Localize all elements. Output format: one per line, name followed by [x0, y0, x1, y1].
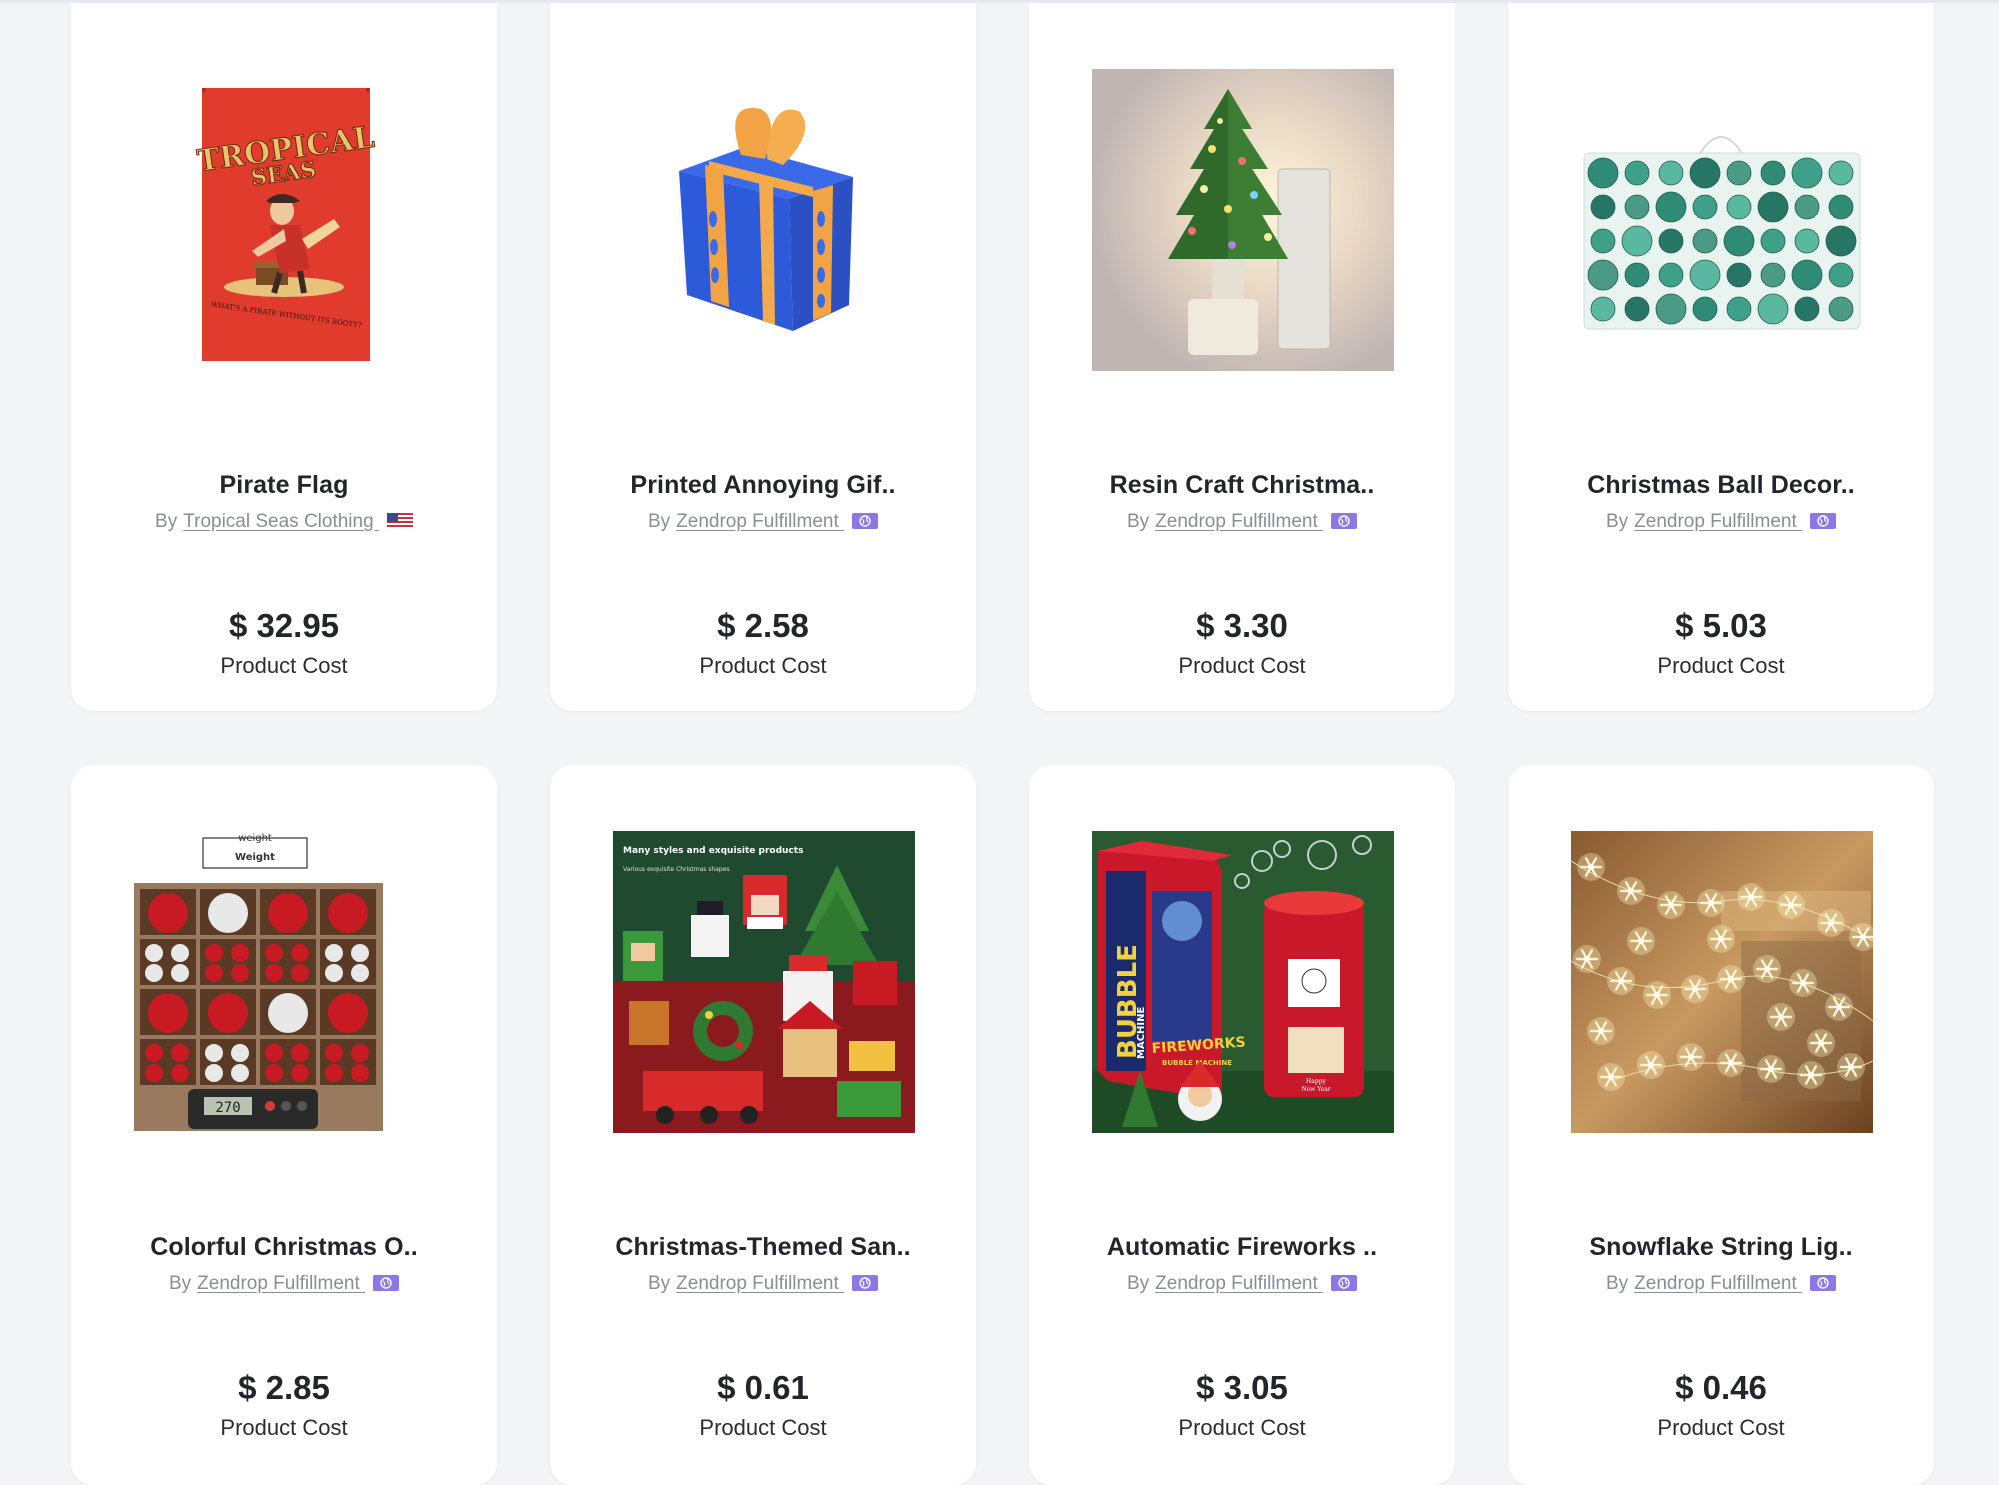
globe-icon: [1810, 513, 1837, 529]
product-title[interactable]: Resin Craft Christma..: [1029, 471, 1455, 500]
by-label: By: [168, 1273, 192, 1294]
product-image[interactable]: [1571, 69, 1873, 371]
globe-icon: [373, 1275, 400, 1291]
by-label: By: [647, 1273, 671, 1294]
product-title[interactable]: Snowflake String Lig..: [1508, 1233, 1934, 1262]
product-card[interactable]: TROPICAL SEAS WHAT'S A PIRATE WITHOUT IT…: [71, 3, 497, 711]
vendor-link[interactable]: Zendrop Fulfillment: [676, 511, 844, 532]
product-cost-label: Product Cost: [1178, 1415, 1306, 1440]
vendor-byline: By Zendrop Fulfillment: [550, 511, 976, 533]
product-title[interactable]: Christmas-Themed San..: [550, 1233, 976, 1262]
product-card[interactable]: Snowflake String Lig.. By Zendrop Fulfill…: [1508, 765, 1934, 1485]
product-card[interactable]: weight Weight 270 Colorful Christmas O..…: [71, 765, 497, 1485]
by-label: By: [1605, 1273, 1629, 1294]
product-price: $ 32.95: [228, 607, 340, 644]
product-price: $ 3.30: [1196, 607, 1288, 644]
svg-text:Weight: Weight: [235, 852, 275, 863]
svg-text:Happy: Happy: [1306, 1078, 1326, 1085]
product-card[interactable]: Many styles and exquisite products Vario…: [550, 765, 976, 1485]
vendor-link[interactable]: Zendrop Fulfillment: [1155, 511, 1323, 532]
product-cost-label: Product Cost: [220, 1415, 348, 1440]
product-card[interactable]: Printed Annoying Gif.. By Zendrop Fulfill…: [550, 3, 976, 711]
product-image[interactable]: [613, 69, 915, 371]
product-image[interactable]: weight Weight 270: [134, 831, 436, 1133]
vendor-byline: By Zendrop Fulfillment: [1029, 1273, 1455, 1295]
product-cost-label: Product Cost: [699, 653, 827, 678]
product-title[interactable]: Pirate Flag: [71, 471, 497, 500]
by-label: By: [647, 511, 671, 532]
product-title[interactable]: Printed Annoying Gif..: [550, 471, 976, 500]
globe-icon: [852, 513, 879, 529]
product-cost-label: Product Cost: [1657, 653, 1785, 678]
globe-icon: [1331, 1275, 1358, 1291]
product-price: $ 5.03: [1675, 607, 1767, 644]
product-image[interactable]: [1092, 69, 1394, 371]
product-image[interactable]: BUBBLE MACHINE FIREWORKS BUBBLE MACHINE …: [1092, 831, 1394, 1133]
product-price: $ 2.58: [717, 607, 809, 644]
by-label: By: [1605, 511, 1629, 532]
us-flag-icon: [386, 513, 413, 529]
vendor-byline: By Tropical Seas Clothing: [71, 511, 497, 533]
vendor-link[interactable]: Zendrop Fulfillment: [676, 1273, 844, 1294]
by-label: By: [1126, 1273, 1150, 1294]
svg-text:MACHINE: MACHINE: [1136, 1007, 1147, 1059]
vendor-link[interactable]: Zendrop Fulfillment: [1634, 511, 1802, 532]
vendor-link[interactable]: Zendrop Fulfillment: [1155, 1273, 1323, 1294]
vendor-link[interactable]: Zendrop Fulfillment: [1634, 1273, 1802, 1294]
product-price: $ 3.05: [1196, 1369, 1288, 1406]
svg-text:Various exquisite Christmas sh: Various exquisite Christmas shapes: [623, 866, 730, 873]
product-cost-label: Product Cost: [699, 1415, 827, 1440]
product-cost-label: Product Cost: [1657, 1415, 1785, 1440]
globe-icon: [1810, 1275, 1837, 1291]
product-image[interactable]: TROPICAL SEAS WHAT'S A PIRATE WITHOUT IT…: [134, 69, 436, 371]
product-price: $ 0.61: [717, 1369, 809, 1406]
product-image[interactable]: Many styles and exquisite products Vario…: [613, 831, 915, 1133]
vendor-link[interactable]: Zendrop Fulfillment: [197, 1273, 365, 1294]
product-image[interactable]: [1571, 831, 1873, 1133]
svg-text:New Year: New Year: [1301, 1086, 1330, 1093]
globe-icon: [852, 1275, 879, 1291]
product-card[interactable]: Resin Craft Christma.. By Zendrop Fulfill…: [1029, 3, 1455, 711]
svg-text:weight: weight: [238, 833, 272, 844]
by-label: By: [1126, 511, 1150, 532]
vendor-byline: By Zendrop Fulfillment: [1029, 511, 1455, 533]
globe-icon: [1331, 513, 1358, 529]
product-card[interactable]: Christmas Ball Decor.. By Zendrop Fulfill…: [1508, 3, 1934, 711]
vendor-byline: By Zendrop Fulfillment: [1508, 511, 1934, 533]
product-price: $ 2.85: [238, 1369, 330, 1406]
product-card[interactable]: BUBBLE MACHINE FIREWORKS BUBBLE MACHINE …: [1029, 765, 1455, 1485]
product-grid: TROPICAL SEAS WHAT'S A PIRATE WITHOUT IT…: [71, 0, 1934, 1485]
product-price: $ 0.46: [1675, 1369, 1767, 1406]
svg-text:270: 270: [215, 1100, 240, 1116]
vendor-byline: By Zendrop Fulfillment: [550, 1273, 976, 1295]
product-cost-label: Product Cost: [1178, 653, 1306, 678]
product-title[interactable]: Automatic Fireworks ..: [1029, 1233, 1455, 1262]
product-cost-label: Product Cost: [220, 653, 348, 678]
vendor-byline: By Zendrop Fulfillment: [1508, 1273, 1934, 1295]
vendor-link[interactable]: Tropical Seas Clothing: [183, 511, 379, 532]
svg-text:Many styles and exquisite prod: Many styles and exquisite products: [623, 846, 803, 856]
vendor-byline: By Zendrop Fulfillment: [71, 1273, 497, 1295]
product-title[interactable]: Colorful Christmas O..: [71, 1233, 497, 1262]
by-label: By: [155, 511, 178, 532]
product-title[interactable]: Christmas Ball Decor..: [1508, 471, 1934, 500]
